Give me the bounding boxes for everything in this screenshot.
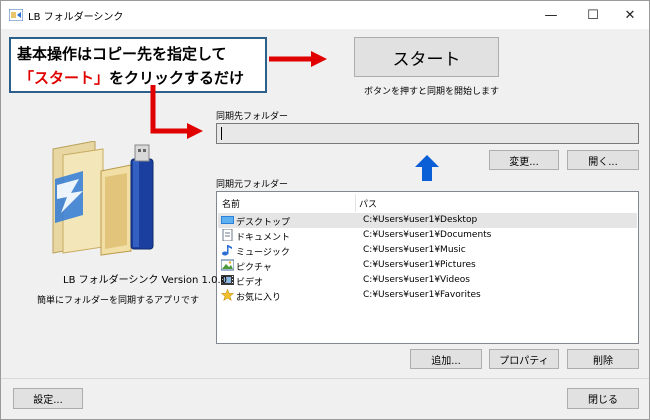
add-button[interactable]: 追加...	[410, 349, 482, 369]
column-header-path[interactable]: パス	[359, 197, 377, 210]
folder-sync-logo	[52, 141, 154, 256]
list-item[interactable]: ピクチャ C:¥Users¥user1¥Pictures	[218, 258, 637, 273]
item-path: C:¥Users¥user1¥Favorites	[363, 290, 481, 300]
source-label: 同期元フォルダー	[216, 180, 289, 190]
start-hint: ボタンを押すと同期を開始します	[364, 87, 500, 97]
item-path: C:¥Users¥user1¥Pictures	[363, 260, 476, 270]
divider	[1, 378, 649, 379]
settings-button[interactable]: 設定...	[13, 388, 83, 409]
column-separator[interactable]	[355, 194, 356, 212]
list-item[interactable]: ドキュメント C:¥Users¥user1¥Documents	[218, 228, 637, 243]
item-path: C:¥Users¥user1¥Videos	[363, 275, 470, 285]
app-version-label: LB フォルダーシンク Version 1.0.0	[63, 275, 227, 286]
star-icon	[221, 289, 234, 301]
column-header-name[interactable]: 名前	[222, 197, 240, 210]
change-button[interactable]: 変更...	[489, 150, 559, 170]
picture-icon	[221, 259, 234, 271]
arrow-to-destination-icon	[150, 85, 203, 139]
item-name: デスクトップ	[236, 218, 291, 228]
arrow-to-start-icon	[269, 51, 327, 67]
desktop-icon	[221, 214, 234, 226]
item-path: C:¥Users¥user1¥Music	[363, 245, 466, 255]
delete-button[interactable]: 削除	[567, 349, 639, 369]
item-name: お気に入り	[236, 293, 282, 303]
properties-button[interactable]: プロパティ	[489, 349, 559, 369]
list-item[interactable]: ビデオ C:¥Users¥user1¥Videos	[218, 273, 637, 288]
item-name: ピクチャ	[236, 263, 272, 273]
item-name: ミュージック	[236, 248, 290, 258]
list-item[interactable]: ミュージック C:¥Users¥user1¥Music	[218, 243, 637, 258]
item-name: ビデオ	[236, 278, 264, 288]
open-button[interactable]: 開く...	[567, 150, 639, 170]
list-item[interactable]: デスクトップ C:¥Users¥user1¥Desktop	[218, 213, 637, 228]
start-button[interactable]: スタート	[354, 37, 499, 77]
destination-folder-input[interactable]	[216, 123, 639, 144]
app-description: 簡単にフォルダーを同期するアプリです	[37, 296, 200, 306]
destination-label: 同期先フォルダー	[216, 112, 289, 122]
blue-up-arrow-icon	[415, 155, 439, 181]
item-path: C:¥Users¥user1¥Documents	[363, 230, 492, 240]
item-path: C:¥Users¥user1¥Desktop	[363, 215, 478, 225]
close-button[interactable]: 閉じる	[567, 388, 639, 409]
document-icon	[221, 229, 234, 241]
text-caret	[221, 127, 222, 140]
list-item[interactable]: お気に入り C:¥Users¥user1¥Favorites	[218, 288, 637, 303]
item-name: ドキュメント	[236, 233, 291, 243]
app-window: LB フォルダーシンク — ☐ ✕ 基本操作はコピー先を指定して 「スタート」を…	[0, 0, 650, 420]
music-icon	[221, 244, 234, 256]
source-folder-list[interactable]: 名前 パス デスクトップ C:¥Users¥user1¥Desktop ドキュメ…	[216, 191, 639, 344]
